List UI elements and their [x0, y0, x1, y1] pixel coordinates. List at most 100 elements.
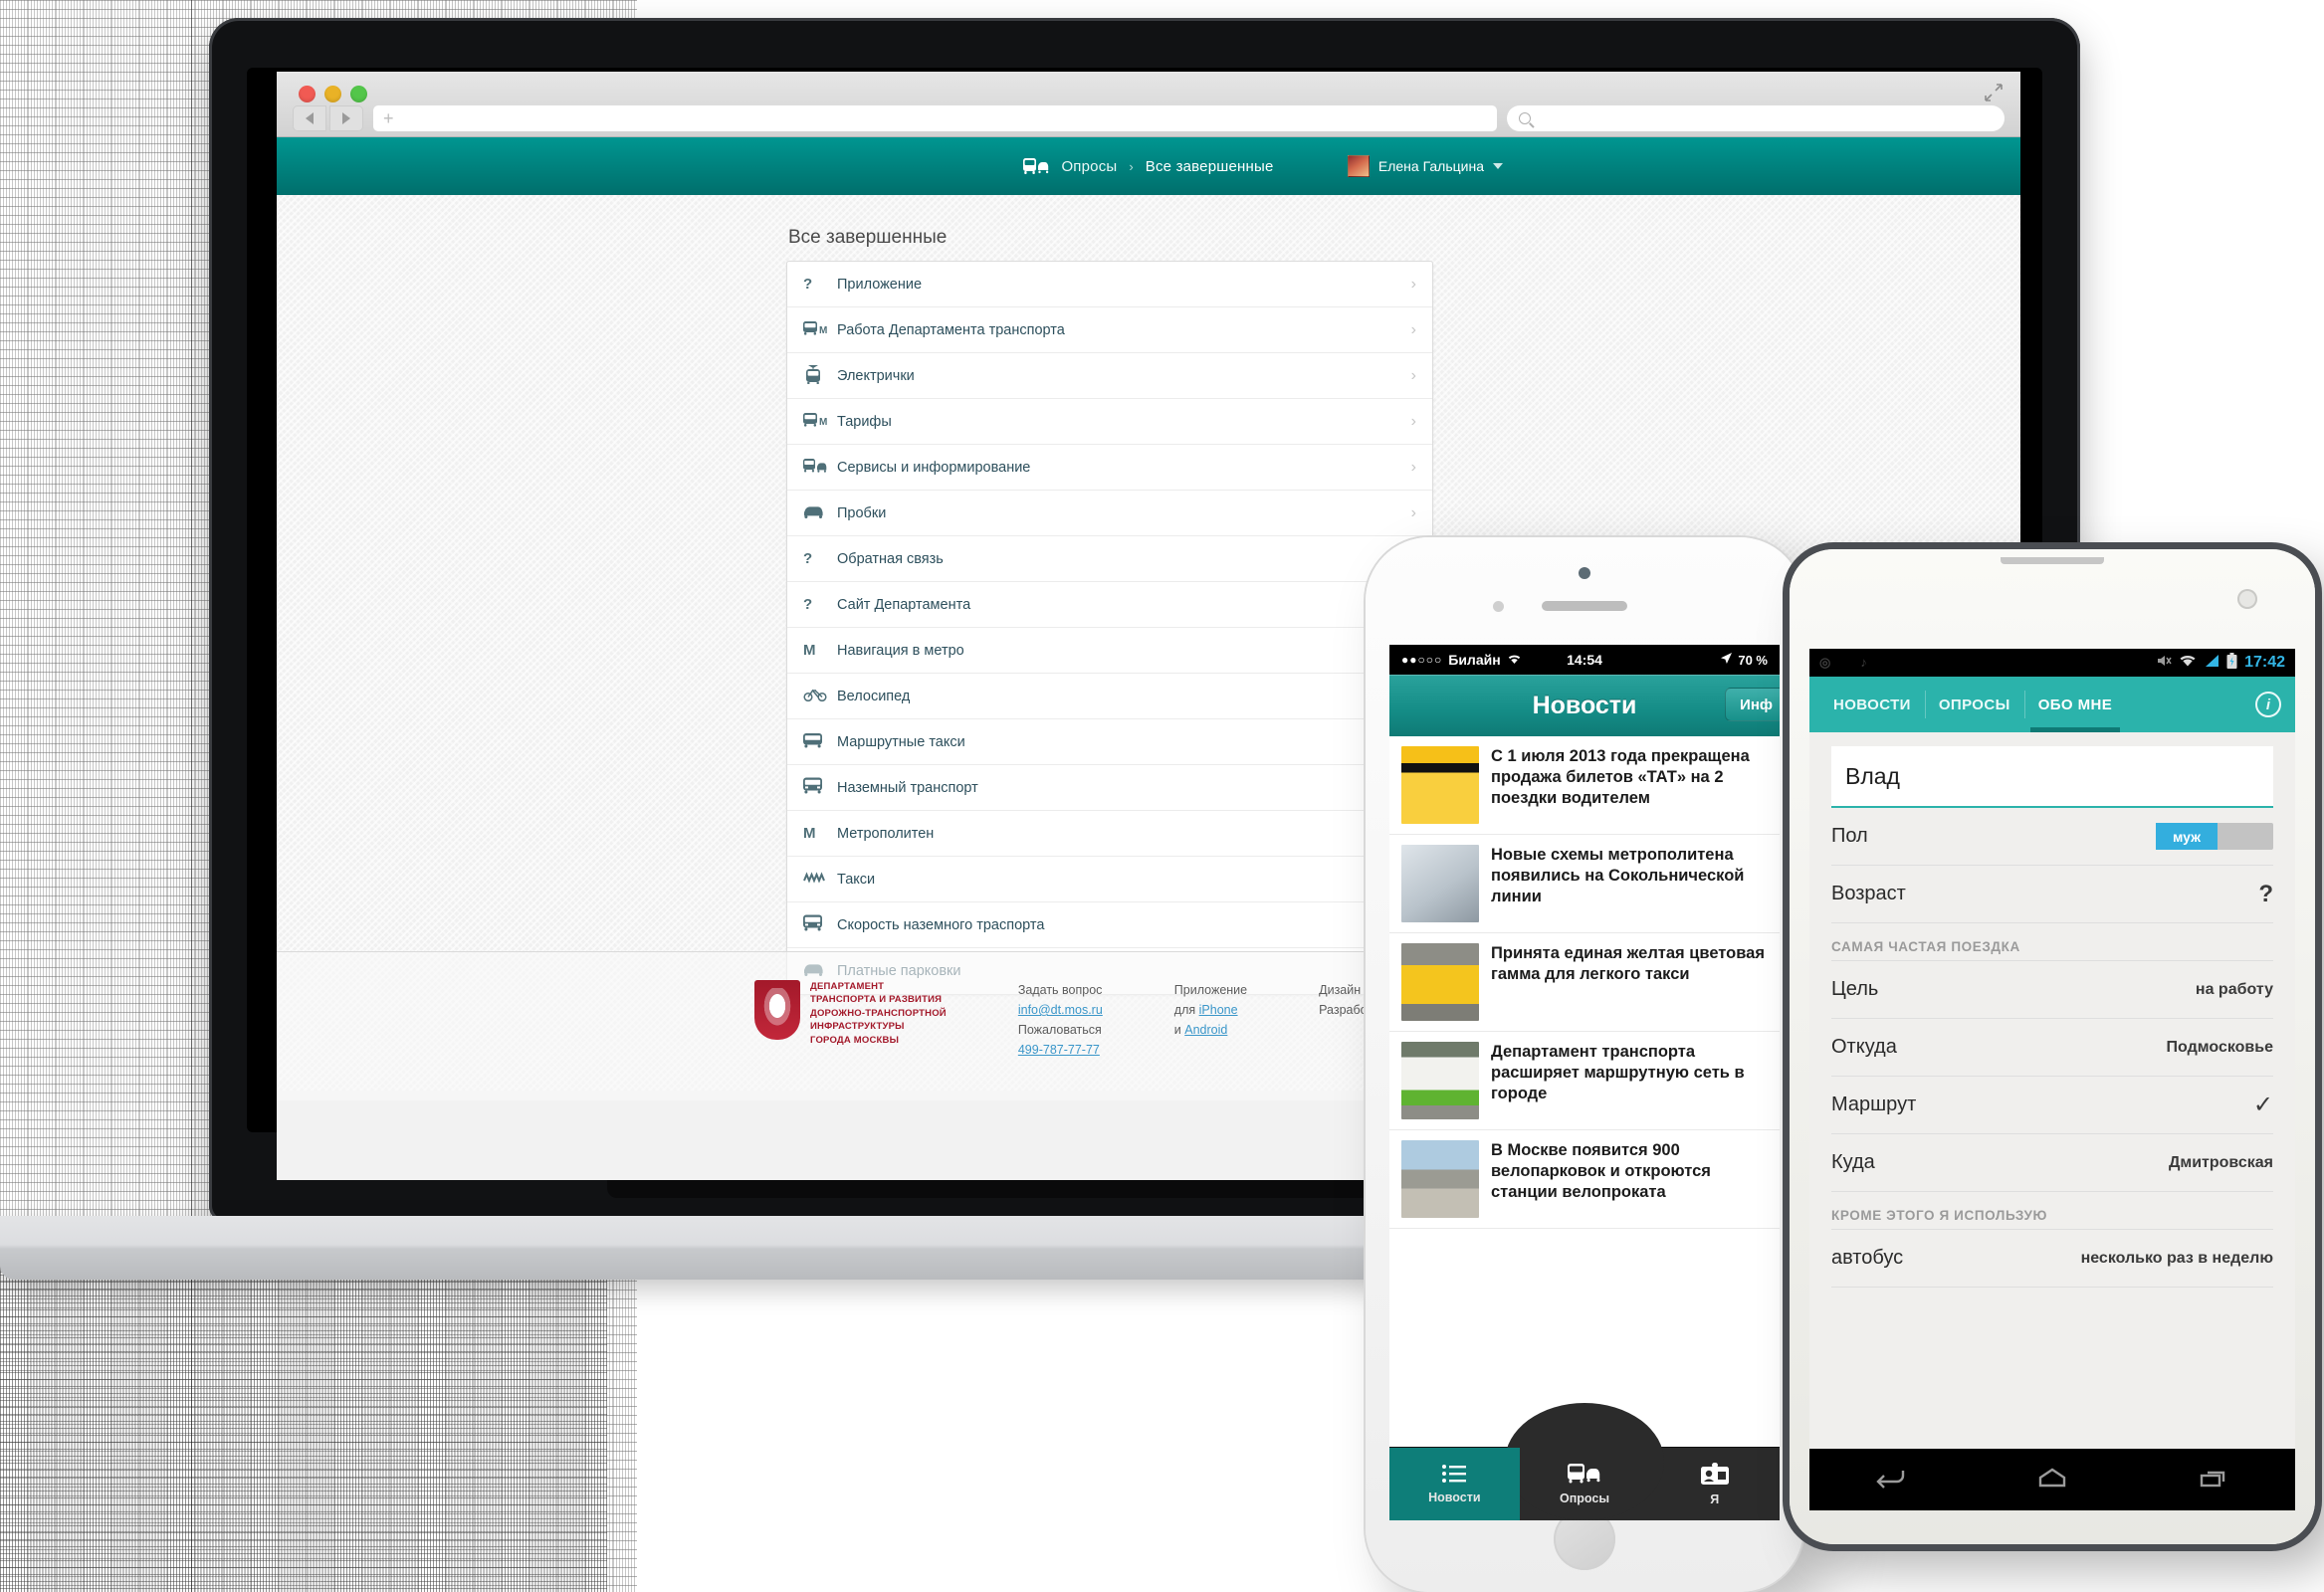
survey-row[interactable]: M Навигация в метро: [787, 628, 1432, 674]
background-texture-lower: [0, 1254, 607, 1592]
survey-row[interactable]: Скорость наземного траспорта: [787, 902, 1432, 948]
android-form-row[interactable]: Цель на работу: [1831, 961, 2273, 1019]
survey-row[interactable]: Сервисы и информирование ›: [787, 445, 1432, 491]
survey-row-icon: [803, 458, 837, 478]
nav-buttons[interactable]: [293, 105, 363, 131]
footer-contact-column: Задать вопрос info@dt.mos.ru Пожаловатьс…: [1018, 980, 1103, 1060]
news-item[interactable]: Новые схемы метрополитена появились на С…: [1389, 835, 1780, 933]
android-form-row[interactable]: Откуда Подмосковье: [1831, 1019, 2273, 1077]
home-icon[interactable]: [2035, 1466, 2069, 1494]
android-row-value: ✓: [2252, 1092, 2273, 1118]
tab-ya[interactable]: Я: [1649, 1448, 1780, 1520]
breadcrumb-item-1[interactable]: Все завершенные: [1146, 158, 1274, 175]
list-icon: [1442, 1464, 1467, 1486]
breadcrumb-item-0[interactable]: Опросы: [1061, 158, 1117, 175]
wifi-icon: [2179, 654, 2197, 673]
survey-row-label: Наземный транспорт: [837, 779, 978, 796]
news-item[interactable]: В Москве появится 900 велопарковок и отк…: [1389, 1130, 1780, 1229]
app-android-line: и Android: [1174, 1020, 1247, 1040]
name-field[interactable]: Влад: [1831, 746, 2273, 808]
gender-segmented-switch[interactable]: муж: [2156, 823, 2273, 850]
ios-info-button[interactable]: Инф: [1725, 688, 1780, 721]
android-row-label: Куда: [1831, 1151, 1875, 1173]
question-icon: ?: [803, 276, 813, 293]
phone-link[interactable]: 499-787-77-77: [1018, 1040, 1103, 1060]
survey-list: ? Приложение › M Работа Департамента транспо…: [786, 261, 1433, 995]
survey-row[interactable]: ? Приложение ›: [787, 262, 1432, 307]
info-icon[interactable]: i: [2255, 692, 2281, 717]
iphone-link[interactable]: iPhone: [1199, 1003, 1238, 1017]
back-button[interactable]: [293, 105, 326, 131]
address-bar[interactable]: +: [373, 105, 1497, 131]
department-logo: ДЕПАРТАМЕНТ ТРАНСПОРТА И РАЗВИТИЯ ДОРОЖН…: [754, 980, 947, 1060]
survey-row[interactable]: Электрички ›: [787, 353, 1432, 399]
survey-row-icon: [803, 364, 837, 388]
email-link[interactable]: info@dt.mos.ru: [1018, 1000, 1103, 1020]
survey-row[interactable]: M Работа Департамента транспорта ›: [787, 307, 1432, 353]
tab-label-novosti: Новости: [1428, 1490, 1481, 1504]
chevron-right-icon: ›: [1410, 412, 1416, 430]
tab-obo-mne[interactable]: ОБО МНЕ: [2023, 677, 2126, 732]
survey-row[interactable]: M Тарифы ›: [787, 399, 1432, 445]
android-form-row[interactable]: автобус несколько раз в неделю: [1831, 1230, 2273, 1288]
tab-novosti[interactable]: НОВОСТИ: [1819, 677, 1925, 732]
trip-rows: Цель на работу Откуда Подмосковье Маршрут ✓ Ку…: [1809, 961, 2295, 1192]
chevron-right-icon: ›: [1410, 320, 1416, 338]
survey-row-icon: M: [803, 642, 837, 659]
survey-row[interactable]: ? Сайт Департамента: [787, 582, 1432, 628]
ios-clock: 14:54: [1567, 652, 1602, 668]
survey-row[interactable]: ? Обратная связь: [787, 536, 1432, 582]
new-tab-icon[interactable]: +: [383, 109, 394, 127]
survey-row[interactable]: Маршрутные такси: [787, 719, 1432, 765]
ticket-poster-thumb: [1401, 746, 1479, 824]
survey-row[interactable]: Пробки ›: [787, 491, 1432, 536]
android-form-row[interactable]: Маршрут ✓: [1831, 1077, 2273, 1134]
age-row[interactable]: Возраст ?: [1831, 866, 2273, 923]
news-list[interactable]: С 1 июля 2013 года прекращена продажа би…: [1389, 736, 1780, 1393]
tab-oprosy[interactable]: Опросы: [1520, 1448, 1650, 1520]
android-profile-form: Влад Пол муж Возраст ? САМАЯ ЧАСТАЯ ПОЕЗ…: [1809, 732, 2295, 1459]
gender-label: Пол: [1831, 825, 1868, 847]
survey-row-icon: [803, 914, 837, 935]
age-label: Возраст: [1831, 883, 1906, 904]
android-row-label: Откуда: [1831, 1036, 1897, 1058]
car-icon: [803, 504, 825, 522]
search-input[interactable]: [1507, 105, 2005, 131]
iphone-sensor-icon: [1493, 601, 1504, 612]
survey-row[interactable]: M Метрополитен: [787, 811, 1432, 857]
survey-row[interactable]: Такси: [787, 857, 1432, 902]
bicycle-icon: [803, 687, 827, 705]
android-link[interactable]: Android: [1184, 1023, 1227, 1037]
survey-row-icon: ?: [803, 276, 837, 293]
user-menu[interactable]: Елена Гальцина: [1347, 155, 1503, 177]
tab-oprosy[interactable]: ОПРОСЫ: [1924, 677, 2024, 732]
green-bus-thumb: [1401, 1042, 1479, 1119]
gender-row[interactable]: Пол муж: [1831, 808, 2273, 866]
survey-row[interactable]: Наземный транспорт: [787, 765, 1432, 811]
android-status-bar: ◎ ♪ 17:42: [1809, 649, 2295, 677]
recents-icon[interactable]: [2198, 1466, 2231, 1494]
footer-app-column: Приложение для iPhone и Android: [1174, 980, 1247, 1060]
ios-title: Новости: [1532, 691, 1637, 719]
survey-row-icon: [803, 687, 837, 705]
news-item[interactable]: Департамент транспорта расширяет маршрут…: [1389, 1032, 1780, 1130]
android-screen: ◎ ♪ 17:42 НОВОСТИ ОПРОСЫ ОБО МНЕ i Влад …: [1809, 649, 2295, 1510]
news-item[interactable]: Принята единая желтая цветовая гамма для…: [1389, 933, 1780, 1032]
bus-car-icon[interactable]: [1023, 157, 1049, 175]
age-value: ?: [2258, 880, 2273, 907]
android-form-row[interactable]: Куда Дмитровская: [1831, 1134, 2273, 1192]
back-icon[interactable]: [1873, 1465, 1907, 1495]
survey-row-label: Пробки: [837, 504, 887, 521]
survey-row-label: Сайт Департамента: [837, 596, 971, 613]
survey-row[interactable]: Велосипед: [787, 674, 1432, 719]
for-prefix: для: [1173, 1003, 1199, 1017]
android-nav-bar: [1809, 1449, 2295, 1510]
android-tab-bar: НОВОСТИ ОПРОСЫ ОБО МНЕ i: [1809, 677, 2295, 732]
forward-button[interactable]: [329, 105, 363, 131]
breadcrumb-separator: ›: [1129, 158, 1134, 174]
sync-icon: ◎: [1819, 655, 1831, 670]
tab-novosti[interactable]: Новости: [1389, 1448, 1520, 1520]
ask-question-label: Задать вопрос: [1017, 983, 1103, 997]
news-item[interactable]: С 1 июля 2013 года прекращена продажа би…: [1389, 736, 1780, 835]
chevron-down-icon[interactable]: [1493, 163, 1503, 169]
